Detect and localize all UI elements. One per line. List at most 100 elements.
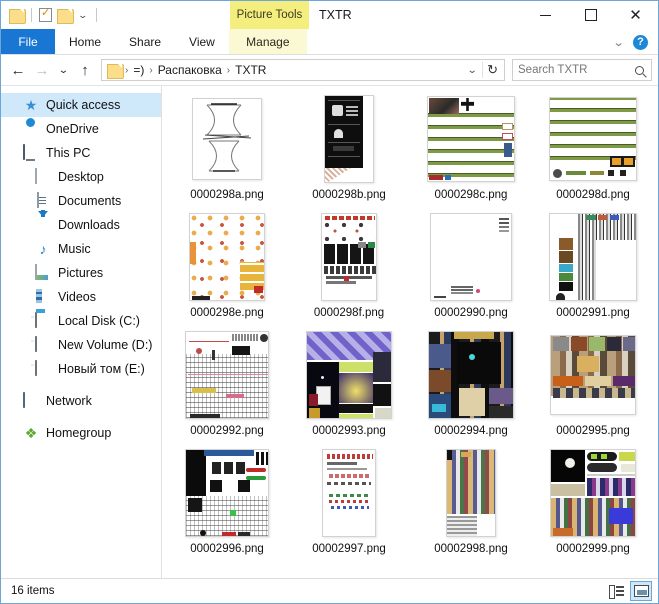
pictures-icon xyxy=(35,264,51,281)
chevron-down-icon[interactable]: ⌄ xyxy=(75,10,91,20)
search-input[interactable]: Search TXTR xyxy=(512,59,652,81)
file-list-pane[interactable]: 0000298a.png 0000298b.png 0000298c.png 0… xyxy=(162,86,658,578)
chevron-down-icon[interactable]: ⌄ xyxy=(612,36,624,49)
tab-view[interactable]: View xyxy=(175,29,229,54)
forward-button[interactable]: → xyxy=(31,58,53,82)
tab-home[interactable]: Home xyxy=(55,29,115,54)
file-name: 00002995.png xyxy=(556,425,630,437)
sidebar-item-music[interactable]: ♪ Music xyxy=(1,237,161,261)
window-title: TXTR xyxy=(319,8,352,22)
sidebar-item-label: Network xyxy=(46,394,92,408)
sidebar-item-label: Documents xyxy=(58,194,122,208)
file-grid: 0000298a.png 0000298b.png 0000298c.png 0… xyxy=(162,86,658,564)
sidebar-item-homegroup[interactable]: ❖ Homegroup xyxy=(1,421,161,445)
sidebar-item-quick-access[interactable]: ★ Quick access xyxy=(1,93,161,117)
sidebar-item-novy-tom-e[interactable]: Новый том (E:) xyxy=(1,357,161,381)
file-item[interactable]: 0000298d.png xyxy=(532,92,654,210)
file-thumbnail xyxy=(427,96,515,182)
file-item[interactable]: 0000298c.png xyxy=(410,92,532,210)
search-icon[interactable] xyxy=(635,65,644,75)
file-item[interactable]: 00002994.png xyxy=(410,328,532,446)
sidebar-item-label: Local Disk (C:) xyxy=(58,314,140,328)
sidebar-item-new-volume-d[interactable]: New Volume (D:) xyxy=(1,333,161,357)
sidebar-item-documents[interactable]: Documents xyxy=(1,189,161,213)
cloud-icon xyxy=(23,121,39,137)
details-view-icon xyxy=(608,585,624,599)
thumbnail-container xyxy=(166,210,288,304)
sidebar-item-videos[interactable]: Videos xyxy=(1,285,161,309)
tab-manage[interactable]: Manage xyxy=(228,29,307,54)
file-item[interactable]: 0000298f.png xyxy=(288,210,410,328)
thumbnail-container xyxy=(166,446,288,540)
back-button[interactable]: ← xyxy=(7,58,29,82)
file-thumbnail xyxy=(321,213,377,301)
file-item[interactable]: 00002992.png xyxy=(166,328,288,446)
file-item[interactable]: 0000298e.png xyxy=(166,210,288,328)
navigation-pane: ★ Quick access OneDrive This PC Desktop … xyxy=(1,86,162,578)
new-folder-icon[interactable] xyxy=(9,8,26,24)
sidebar-item-label: This PC xyxy=(46,146,91,160)
picture-tools-tab-group[interactable]: Picture Tools xyxy=(230,1,309,29)
file-item[interactable]: 00002990.png xyxy=(410,210,532,328)
thumbnail-container xyxy=(288,446,410,540)
videos-icon xyxy=(35,289,51,305)
thumbnail-container xyxy=(166,92,288,186)
breadcrumb-item-0[interactable]: =) xyxy=(130,63,147,77)
thumbnail-container xyxy=(532,210,654,304)
file-item[interactable]: 0000298b.png xyxy=(288,92,410,210)
file-name: 0000298d.png xyxy=(556,189,630,201)
file-thumbnail xyxy=(192,98,262,180)
file-item[interactable]: 00002996.png xyxy=(166,446,288,564)
sidebar-item-pictures[interactable]: Pictures xyxy=(1,261,161,285)
desktop-icon xyxy=(35,168,51,185)
file-name: 0000298f.png xyxy=(313,307,385,319)
folder-icon xyxy=(107,63,124,79)
ribbon-right-controls: ⌄ ? xyxy=(612,29,654,55)
sidebar-item-this-pc[interactable]: This PC xyxy=(1,141,161,165)
maximize-button[interactable] xyxy=(568,1,613,29)
file-explorer-window: ⌄ Picture Tools TXTR ✕ File Home Share V… xyxy=(0,0,659,604)
details-view-button[interactable] xyxy=(605,581,627,601)
file-item[interactable]: 00002998.png xyxy=(410,446,532,564)
chevron-down-icon[interactable]: ⌄ xyxy=(459,65,486,76)
sidebar-item-local-disk-c[interactable]: Local Disk (C:) xyxy=(1,309,161,333)
sidebar-item-onedrive[interactable]: OneDrive xyxy=(1,117,161,141)
minimize-button[interactable] xyxy=(523,1,568,29)
breadcrumb-item-2[interactable]: TXTR xyxy=(232,63,269,77)
file-name: 00002996.png xyxy=(190,543,264,555)
sidebar-item-label: Quick access xyxy=(46,98,121,112)
documents-icon xyxy=(35,192,51,209)
file-item[interactable]: 00002991.png xyxy=(532,210,654,328)
close-button[interactable]: ✕ xyxy=(613,1,658,29)
sidebar-item-label: New Volume (D:) xyxy=(58,338,153,352)
star-icon: ★ xyxy=(24,97,38,113)
file-item[interactable]: 00002995.png xyxy=(532,328,654,446)
file-item[interactable]: 00002993.png xyxy=(288,328,410,446)
sidebar-item-label: Новый том (E:) xyxy=(58,362,145,376)
up-button[interactable]: ↑ xyxy=(74,58,96,82)
tab-file[interactable]: File xyxy=(1,29,55,54)
thumbnail-container xyxy=(166,328,288,422)
file-name: 00002994.png xyxy=(434,425,508,437)
file-thumbnail xyxy=(189,213,265,301)
properties-icon[interactable] xyxy=(39,6,52,22)
file-name: 00002991.png xyxy=(556,307,630,319)
file-item[interactable]: 00002999.png xyxy=(532,446,654,564)
file-item[interactable]: 0000298a.png xyxy=(166,92,288,210)
sidebar-item-desktop[interactable]: Desktop xyxy=(1,165,161,189)
file-item[interactable]: 00002997.png xyxy=(288,446,410,564)
large-icons-view-button[interactable] xyxy=(630,581,652,601)
sidebar-item-downloads[interactable]: Downloads xyxy=(1,211,161,237)
drive-icon xyxy=(35,360,51,377)
sidebar-item-network[interactable]: Network xyxy=(1,389,161,413)
address-bar: ← → ⌄ ↑ › =) › Распаковка › TXTR ⌄ ↻ Sea… xyxy=(1,55,658,85)
open-folder-icon[interactable] xyxy=(57,8,74,24)
file-thumbnail xyxy=(324,95,374,183)
thumbnail-container xyxy=(288,92,410,186)
tab-share[interactable]: Share xyxy=(115,29,175,54)
address-path-box[interactable]: › =) › Распаковка › TXTR ⌄ ↻ xyxy=(101,59,505,81)
help-icon[interactable]: ? xyxy=(633,34,648,50)
homegroup-icon: ❖ xyxy=(24,425,38,441)
recent-locations-button[interactable]: ⌄ xyxy=(52,58,74,82)
breadcrumb-item-1[interactable]: Распаковка xyxy=(155,63,225,77)
